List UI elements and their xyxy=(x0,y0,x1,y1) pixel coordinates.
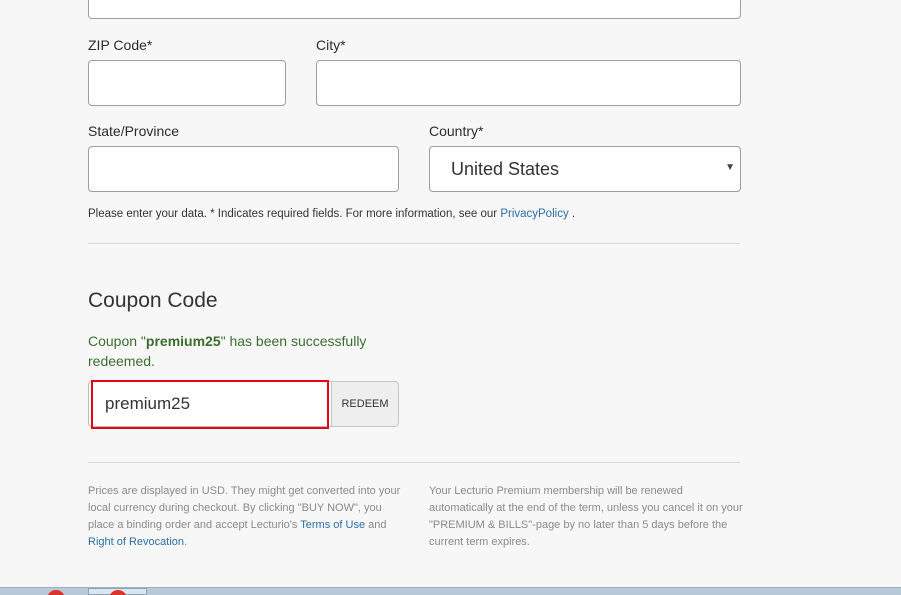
period-text: . xyxy=(184,536,188,548)
state-input[interactable] xyxy=(88,146,399,192)
country-label: Country* xyxy=(429,123,484,139)
dropdown-arrow-icon: ▼ xyxy=(725,162,735,173)
zip-input[interactable] xyxy=(88,60,286,106)
privacy-policy-link[interactable]: PrivacyPolicy xyxy=(500,208,568,220)
note-suffix: . xyxy=(571,208,576,220)
terms-of-use-link[interactable]: Terms of Use xyxy=(300,519,365,531)
and-text: and xyxy=(368,519,387,531)
required-fields-note: Please enter your data. * Indicates requ… xyxy=(88,208,575,220)
pricing-info: Prices are displayed in USD. They might … xyxy=(88,483,406,551)
checkout-page: ZIP Code* City* State/Province Country* … xyxy=(0,0,901,595)
coupon-success-message: Coupon "premium25" has been successfully… xyxy=(88,331,388,371)
redeem-button[interactable]: REDEEM xyxy=(331,381,399,427)
address-field[interactable] xyxy=(88,0,741,19)
state-label: State/Province xyxy=(88,123,180,139)
divider xyxy=(88,243,740,244)
success-prefix: Coupon " xyxy=(88,333,146,349)
country-selected-value: United States xyxy=(451,158,560,179)
country-select[interactable]: United States ▼ xyxy=(429,146,741,192)
city-label: City* xyxy=(316,37,346,53)
city-input[interactable] xyxy=(316,60,741,106)
right-of-revocation-link[interactable]: Right of Revocation xyxy=(88,536,184,548)
divider xyxy=(88,462,740,463)
coupon-input[interactable]: premium25 xyxy=(88,381,332,427)
coupon-title: Coupon Code xyxy=(88,289,218,312)
renewal-info: Your Lecturio Premium membership will be… xyxy=(429,485,743,548)
success-code: premium25 xyxy=(145,333,221,349)
note-text: Please enter your data. * Indicates requ… xyxy=(88,208,498,220)
zip-label: ZIP Code* xyxy=(88,37,153,53)
